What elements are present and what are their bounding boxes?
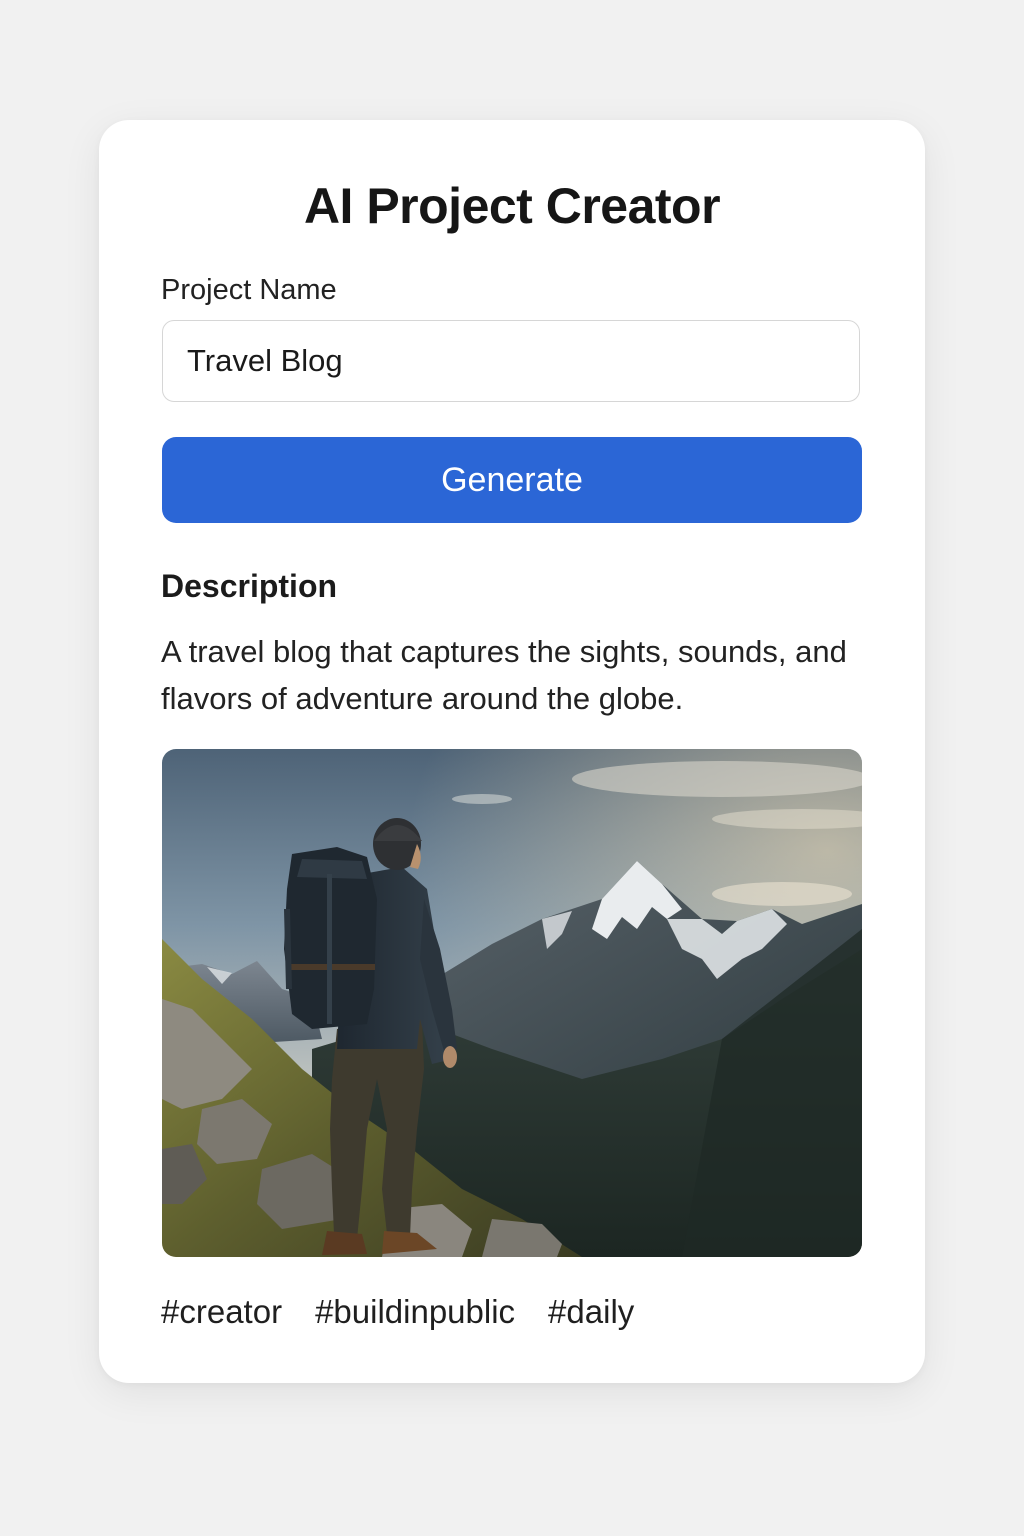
tag-list: #creator #buildinpublic #daily — [161, 1290, 634, 1334]
tag-item[interactable]: #buildinpublic — [315, 1290, 515, 1334]
generated-image — [162, 749, 862, 1257]
project-name-input[interactable] — [162, 320, 860, 402]
description-text: A travel blog that captures the sights, … — [161, 634, 847, 716]
project-name-label: Project Name — [161, 274, 337, 306]
tag-item[interactable]: #creator — [161, 1290, 282, 1334]
tag-item[interactable]: #daily — [548, 1290, 634, 1334]
project-creator-card: AI Project Creator Project Name Generate… — [99, 120, 925, 1383]
generate-button[interactable]: Generate — [162, 437, 862, 523]
description-heading: Description — [161, 568, 338, 604]
page-title: AI Project Creator — [303, 178, 721, 234]
